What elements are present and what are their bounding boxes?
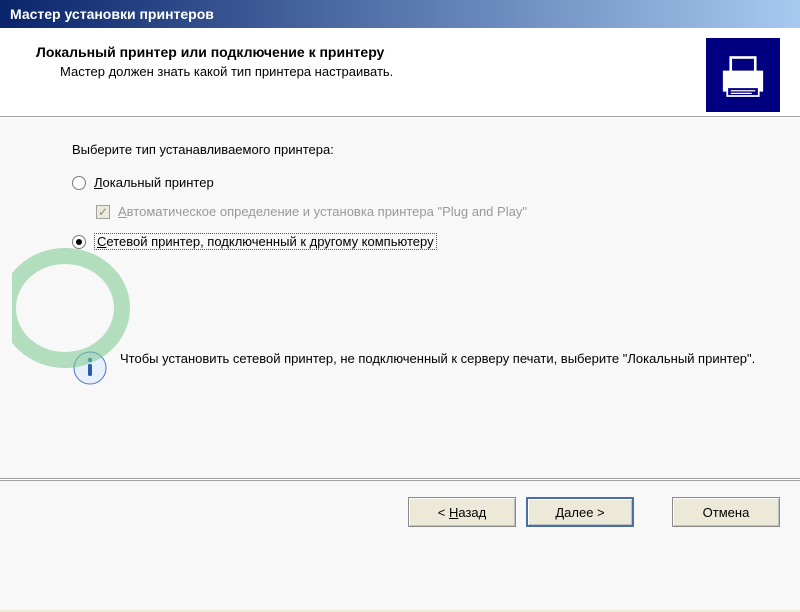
radio-local-icon — [72, 176, 86, 190]
footer: < Назад Далее > Отмена — [0, 480, 800, 543]
page-subtitle: Мастер должен знать какой тип принтера н… — [60, 64, 706, 79]
gap — [644, 497, 662, 527]
next-button[interactable]: Далее > — [526, 497, 634, 527]
header-texts: Локальный принтер или подключение к прин… — [36, 44, 706, 79]
cancel-button[interactable]: Отмена — [672, 497, 780, 527]
back-button[interactable]: < Назад — [408, 497, 516, 527]
wizard-body: Выберите тип устанавливаемого принтера: … — [0, 118, 800, 478]
printer-icon — [706, 38, 780, 112]
info-icon — [72, 350, 108, 386]
option-network-label: Сетевой принтер, подключенный к другому … — [94, 233, 437, 250]
page-title: Локальный принтер или подключение к прин… — [36, 44, 706, 60]
info-block: Чтобы установить сетевой принтер, не под… — [72, 350, 760, 386]
titlebar: Мастер установки принтеров — [0, 0, 800, 28]
radio-network-icon — [72, 235, 86, 249]
option-local-label: Локальный принтер — [94, 175, 214, 190]
checkbox-autodetect: ✓ Автоматическое определение и установка… — [96, 204, 760, 219]
option-local-printer[interactable]: Локальный принтер — [72, 175, 760, 190]
dialog: Локальный принтер или подключение к прин… — [0, 28, 800, 610]
titlebar-text: Мастер установки принтеров — [10, 6, 214, 22]
option-network-printer[interactable]: Сетевой принтер, подключенный к другому … — [72, 233, 760, 250]
wizard-header: Локальный принтер или подключение к прин… — [0, 28, 800, 116]
info-text: Чтобы установить сетевой принтер, не под… — [120, 350, 755, 369]
checkbox-autodetect-label: Автоматическое определение и установка п… — [118, 204, 527, 219]
checkbox-icon: ✓ — [96, 205, 110, 219]
prompt-text: Выберите тип устанавливаемого принтера: — [72, 142, 760, 157]
